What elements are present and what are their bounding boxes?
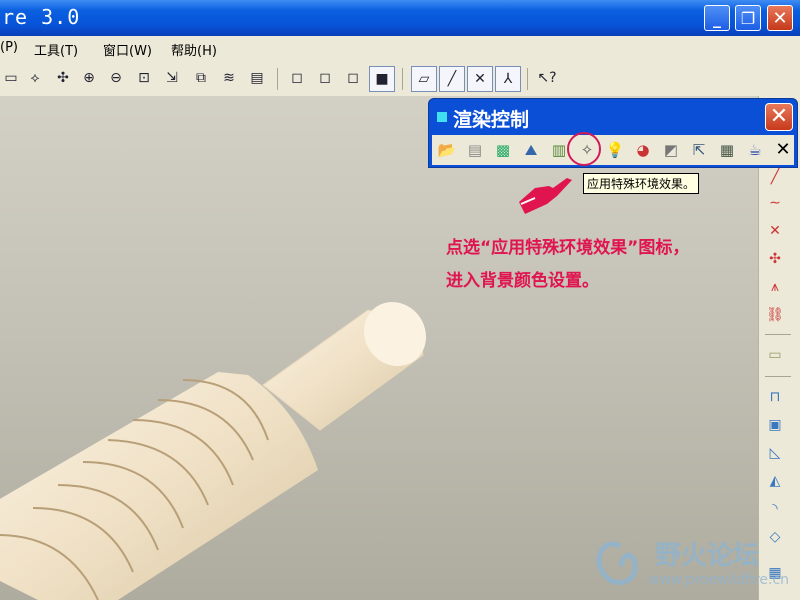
render-toolbar: 📂 ▤ ▩ ⛰ ▥ ✧ 💡 ◕ ◩ ⇱ ▦ ☕ ✕ xyxy=(432,135,794,165)
curve-icon[interactable]: ∼ xyxy=(763,192,787,214)
pointing-hand-icon xyxy=(519,178,572,214)
analysis-icon[interactable]: ⩚ xyxy=(763,276,787,298)
menu-item-window[interactable]: 窗口(W) xyxy=(103,40,152,59)
open-folder-icon[interactable]: 📂 xyxy=(436,139,458,161)
extrude-icon[interactable]: ⊓ xyxy=(763,386,787,408)
menu-bar: (P) 工具(T) 窗口(W) 帮助(H) xyxy=(0,36,800,60)
close-button[interactable]: ✕ xyxy=(767,5,793,31)
chamfer-icon[interactable]: ◭ xyxy=(763,470,787,492)
dialog-app-icon xyxy=(437,112,447,122)
round-icon[interactable]: ◺ xyxy=(763,442,787,464)
rib-icon[interactable]: ◝ xyxy=(763,498,787,520)
datum-planes-icon[interactable]: ▱ xyxy=(411,66,437,92)
export-icon[interactable]: ⇱ xyxy=(688,139,710,161)
instruction-line-1: 点选“应用特殊环境效果”图标， xyxy=(446,238,690,258)
save-icon[interactable]: ▤ xyxy=(464,139,486,161)
draft-icon[interactable]: ◇ xyxy=(763,526,787,548)
maximize-button[interactable]: ❐ xyxy=(735,5,761,31)
hidden-line-icon[interactable]: ◻ xyxy=(314,67,336,89)
chain-icon[interactable]: ⛓ xyxy=(763,304,787,326)
forum-logo-icon xyxy=(596,541,638,585)
sketch-line-icon[interactable]: ╱ xyxy=(763,166,787,188)
shading-icon[interactable]: ■ xyxy=(369,66,395,92)
toolbar-separator xyxy=(402,68,403,90)
datum-points-icon[interactable]: ✕ xyxy=(467,66,493,92)
datum-point-icon[interactable]: ✕ xyxy=(763,220,787,242)
render-teapot-icon[interactable]: ☕ xyxy=(744,139,766,161)
datum-axes-icon[interactable]: ╱ xyxy=(439,66,465,92)
toolbar-separator xyxy=(765,334,791,335)
color-wheel-icon[interactable]: ◕ xyxy=(632,139,654,161)
minimize-button[interactable]: _ xyxy=(704,5,730,31)
toolbar-separator xyxy=(527,68,528,90)
reorient-icon[interactable]: ⇲ xyxy=(161,67,183,89)
dialog-title: 渲染控制 xyxy=(453,109,530,131)
feature-toolbar: ╱ ∼ ✕ ✣ ⩚ ⛓ ▭ ⊓ ▣ ◺ ◭ ◝ ◇ ▦ xyxy=(758,96,800,600)
sketch-icon[interactable]: ▭ xyxy=(763,344,787,366)
model-tree-icon[interactable]: ▤ xyxy=(246,67,268,89)
context-help-icon[interactable]: ↖? xyxy=(536,67,558,89)
toolbar-separator xyxy=(765,376,791,377)
wireframe-icon[interactable]: ◻ xyxy=(286,67,308,89)
zoom-out-icon[interactable]: ⊖ xyxy=(105,67,127,89)
light-icon[interactable]: 💡 xyxy=(604,139,626,161)
menu-item-tools[interactable]: 工具(T) xyxy=(34,40,78,59)
watermark-name: 野火论坛 xyxy=(655,541,760,571)
watermark-url: www.proewildfire.cn xyxy=(648,572,790,588)
hole-icon[interactable]: ▣ xyxy=(763,414,787,436)
shaft-model xyxy=(0,301,427,600)
orient-icon[interactable]: ✣ xyxy=(52,67,74,89)
layers-icon[interactable]: ≋ xyxy=(218,67,240,89)
coord-sys-icon[interactable]: ⅄ xyxy=(495,66,521,92)
title-bar: re 3.0 _ ❐ ✕ xyxy=(0,0,800,36)
decal-icon[interactable]: ◩ xyxy=(660,139,682,161)
repaint-icon[interactable]: ▭ xyxy=(0,67,22,89)
room-icon[interactable]: ⛰ xyxy=(520,139,542,161)
refit-icon[interactable]: ⊡ xyxy=(133,67,155,89)
render-control-dialog: 渲染控制 ✕ 📂 ▤ ▩ ⛰ ▥ ✧ 💡 ◕ ◩ ⇱ ▦ ☕ ✕ xyxy=(428,98,798,168)
zoom-in-icon[interactable]: ⊕ xyxy=(78,67,100,89)
menu-item-p[interactable]: (P) xyxy=(0,40,18,55)
tooltip: 应用特殊环境效果。 xyxy=(583,173,700,194)
dialog-close-button[interactable]: ✕ xyxy=(765,103,793,131)
coordinate-system-icon[interactable]: ✣ xyxy=(763,248,787,270)
menu-item-help[interactable]: 帮助(H) xyxy=(171,40,217,59)
close-toolbar-icon[interactable]: ✕ xyxy=(772,139,794,161)
highlight-circle xyxy=(567,132,601,166)
spin-center-icon[interactable]: ⟡ xyxy=(24,67,46,89)
main-toolbar: ▭ ⟡ ✣ ⊕ ⊖ ⊡ ⇲ ⧉ ≋ ▤ ◻ ◻ ◻ ■ ▱ ╱ ✕ ⅄ ↖? xyxy=(0,60,800,97)
window-title: re 3.0 xyxy=(2,5,81,29)
graphics-area[interactable] xyxy=(0,96,758,600)
toolbar-separator xyxy=(277,68,278,90)
instruction-line-2: 进入背景颜色设置。 xyxy=(446,271,599,291)
scene-icon[interactable]: ▩ xyxy=(492,139,514,161)
no-hidden-icon[interactable]: ◻ xyxy=(342,67,364,89)
saved-views-icon[interactable]: ⧉ xyxy=(190,67,212,89)
render-region-icon[interactable]: ▦ xyxy=(716,139,738,161)
